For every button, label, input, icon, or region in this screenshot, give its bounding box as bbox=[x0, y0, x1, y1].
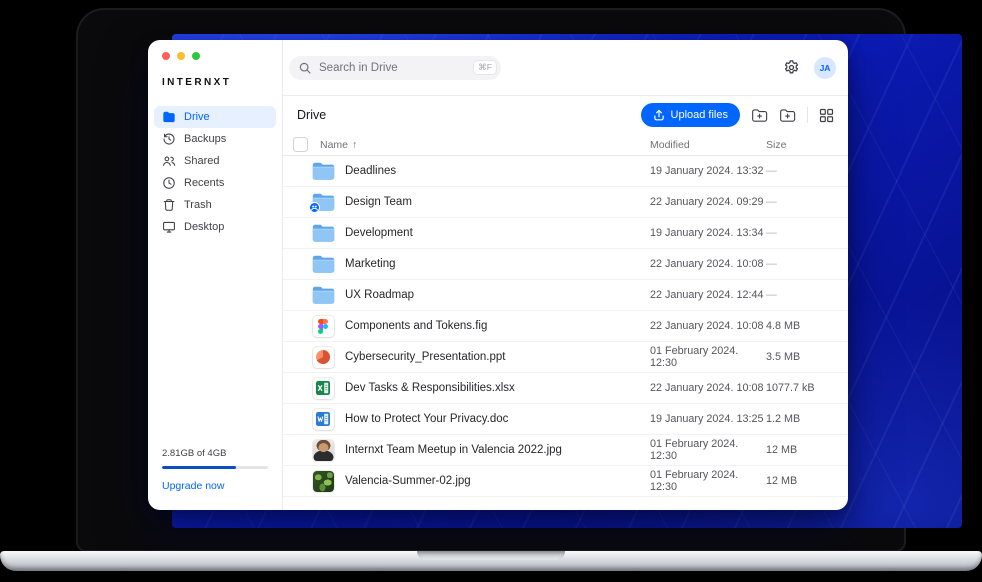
storage-progress-fill bbox=[162, 466, 236, 469]
powerpoint-file-icon bbox=[313, 347, 334, 368]
create-folder-icon bbox=[779, 108, 796, 123]
table-row[interactable]: Components and Tokens.fig 22 January 202… bbox=[283, 311, 848, 342]
sidebar: INTERNXT Drive Backups Shared Recents Tr… bbox=[148, 40, 283, 510]
row-icon-slot bbox=[311, 316, 335, 337]
column-header-name[interactable]: Name ↑ bbox=[320, 139, 650, 151]
storage-usage-label: 2.81GB of 4GB bbox=[162, 448, 268, 459]
search-input[interactable] bbox=[317, 61, 468, 75]
upload-files-button[interactable]: Upload files bbox=[641, 103, 740, 127]
select-all-checkbox[interactable] bbox=[293, 137, 308, 152]
sidebar-item-backups[interactable]: Backups bbox=[154, 128, 276, 150]
row-icon-slot bbox=[311, 347, 335, 368]
shared-icon bbox=[162, 154, 176, 168]
sidebar-item-recents[interactable]: Recents bbox=[154, 172, 276, 194]
upload-folder-icon bbox=[751, 108, 768, 123]
table-row[interactable]: Deadlines 19 January 2024. 13:32 — bbox=[283, 156, 848, 187]
drive-folder-icon bbox=[162, 110, 176, 124]
photo-thumbnail bbox=[313, 440, 334, 461]
table-row[interactable]: How to Protect Your Privacy.doc 19 Janua… bbox=[283, 404, 848, 435]
sidebar-item-drive[interactable]: Drive bbox=[154, 106, 276, 128]
topbar: ⌘F JA bbox=[283, 40, 848, 96]
table-row[interactable]: Dev Tasks & Responsibilities.xlsx 22 Jan… bbox=[283, 373, 848, 404]
row-icon-slot bbox=[311, 224, 335, 242]
trash-icon bbox=[162, 198, 176, 212]
storage-progress-bar bbox=[162, 466, 268, 469]
table-row[interactable]: Design Team 22 January 2024. 09:29 — bbox=[283, 187, 848, 218]
toolbar-divider bbox=[807, 107, 808, 123]
storage-section: 2.81GB of 4GB Upgrade now bbox=[148, 448, 282, 510]
settings-button[interactable] bbox=[783, 59, 800, 76]
internxt-logo: INTERNXT bbox=[162, 77, 268, 88]
page-title: Drive bbox=[297, 108, 326, 122]
figma-file-icon bbox=[313, 316, 334, 337]
table-row[interactable]: Valencia-Summer-02.jpg 01 February 2024.… bbox=[283, 466, 848, 497]
upgrade-now-link[interactable]: Upgrade now bbox=[162, 480, 268, 492]
shared-badge-icon bbox=[309, 202, 320, 213]
column-header-size[interactable]: Size bbox=[766, 139, 834, 151]
upload-folder-button[interactable] bbox=[751, 108, 768, 123]
row-icon-slot bbox=[311, 286, 335, 304]
upload-icon bbox=[653, 109, 665, 121]
internxt-drive-window: INTERNXT Drive Backups Shared Recents Tr… bbox=[148, 40, 848, 510]
folder-icon bbox=[312, 286, 335, 304]
desktop-icon bbox=[162, 220, 176, 234]
close-window-icon[interactable] bbox=[162, 52, 170, 60]
photo-thumbnail bbox=[313, 471, 334, 492]
grid-view-icon bbox=[819, 108, 834, 123]
sort-ascending-icon: ↑ bbox=[352, 139, 357, 151]
table-row[interactable]: Development 19 January 2024. 13:34 — bbox=[283, 218, 848, 249]
gear-icon bbox=[783, 59, 800, 76]
table-row[interactable]: Internxt Team Meetup in Valencia 2022.jp… bbox=[283, 435, 848, 466]
table-header: Name ↑ Modified Size bbox=[283, 134, 848, 156]
search-bar[interactable]: ⌘F bbox=[289, 56, 501, 80]
folder-icon bbox=[312, 224, 335, 242]
content-header: Drive Upload files bbox=[283, 96, 848, 134]
excel-file-icon bbox=[313, 378, 334, 399]
zoom-window-icon[interactable] bbox=[192, 52, 200, 60]
row-icon-slot bbox=[311, 162, 335, 180]
table-row[interactable]: UX Roadmap 22 January 2024. 12:44 — bbox=[283, 280, 848, 311]
sidebar-item-shared[interactable]: Shared bbox=[154, 150, 276, 172]
row-icon-slot bbox=[311, 440, 335, 461]
sidebar-item-desktop[interactable]: Desktop bbox=[154, 216, 276, 238]
column-header-modified[interactable]: Modified bbox=[650, 139, 766, 151]
search-shortcut-badge: ⌘F bbox=[474, 61, 496, 74]
word-file-icon bbox=[313, 409, 334, 430]
search-icon bbox=[299, 62, 311, 74]
folder-icon bbox=[312, 255, 335, 273]
shared-folder-icon bbox=[312, 193, 335, 211]
main-panel: ⌘F JA Drive Upload files bbox=[283, 40, 848, 510]
create-folder-button[interactable] bbox=[779, 108, 796, 123]
minimize-window-icon[interactable] bbox=[177, 52, 185, 60]
recents-icon bbox=[162, 176, 176, 190]
avatar[interactable]: JA bbox=[814, 57, 836, 79]
window-controls bbox=[148, 52, 282, 60]
row-icon-slot bbox=[311, 193, 335, 211]
file-list: Deadlines 19 January 2024. 13:32 — Desig… bbox=[283, 156, 848, 510]
row-icon-slot bbox=[311, 255, 335, 273]
toolbar-actions: Upload files bbox=[641, 103, 834, 127]
laptop-base-notch bbox=[417, 551, 565, 560]
sidebar-item-trash[interactable]: Trash bbox=[154, 194, 276, 216]
backups-icon bbox=[162, 132, 176, 146]
table-row[interactable]: Cybersecurity_Presentation.ppt 01 Februa… bbox=[283, 342, 848, 373]
sidebar-nav: Drive Backups Shared Recents Trash Deskt… bbox=[148, 100, 282, 238]
grid-view-button[interactable] bbox=[819, 108, 834, 123]
folder-icon bbox=[312, 162, 335, 180]
laptop-mockup: INTERNXT Drive Backups Shared Recents Tr… bbox=[0, 0, 982, 582]
row-icon-slot bbox=[311, 409, 335, 430]
table-row[interactable]: Marketing 22 January 2024. 10:08 — bbox=[283, 249, 848, 280]
row-icon-slot bbox=[311, 471, 335, 492]
row-icon-slot bbox=[311, 378, 335, 399]
